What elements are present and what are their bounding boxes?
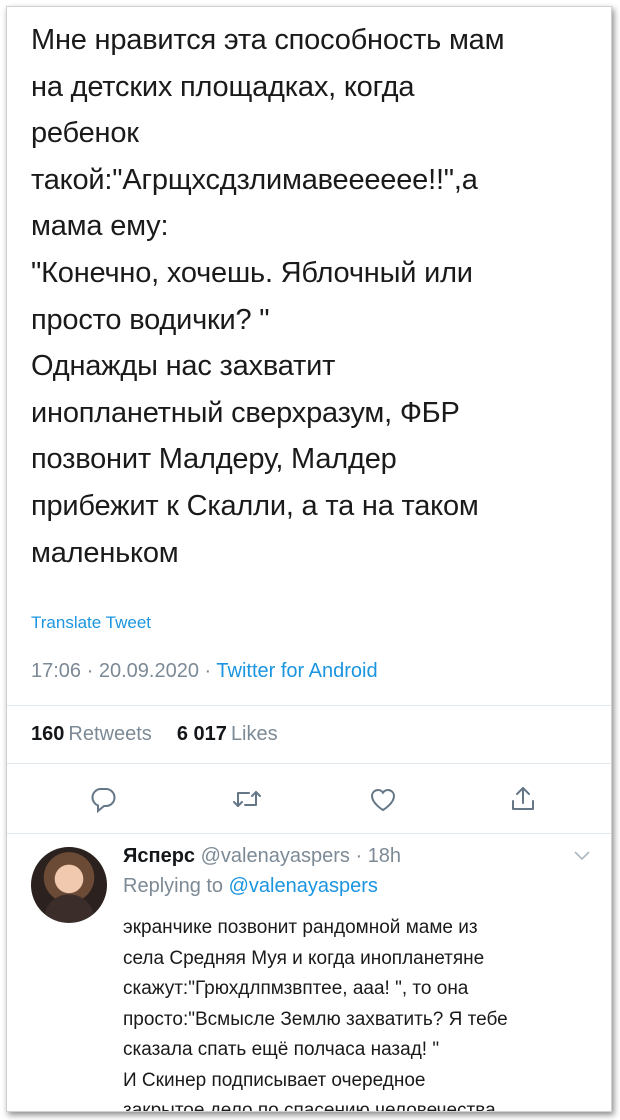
reply-button[interactable] <box>83 779 123 819</box>
tweet-line: "Конечно, хочешь. Яблочный или <box>31 256 473 289</box>
reply-line: закрытое дело по спасению человечества. <box>123 1100 501 1112</box>
tweet-line: инопланетный сверхразум, ФБР <box>31 396 460 429</box>
reply-line: экранчике позвонит рандомной маме из <box>123 917 478 938</box>
share-icon <box>512 787 534 810</box>
tweet-line: Однажды нас захватит <box>31 350 336 383</box>
retweets-count: 160 <box>31 723 65 745</box>
reply-line: сказала спать ещё полчаса назад! " <box>123 1039 440 1060</box>
tweet-meta: 17:06 · 20.09.2020 · Twitter for Android <box>31 660 378 683</box>
tweet-line: на детских площадках, когда <box>31 70 415 103</box>
tweet-source-link[interactable]: Twitter for Android <box>216 660 377 682</box>
reply-line: скажут:"Грюхдлпмзвптее, ааа! ", то она <box>123 978 469 999</box>
tweet-line: Мне нравится эта способность мам <box>31 24 505 56</box>
divider <box>7 763 611 764</box>
reply-time: · 18h <box>355 845 402 867</box>
avatar[interactable] <box>31 847 107 923</box>
tweet-line: позвонит Малдеру, Малдер <box>31 443 397 476</box>
likes-stat[interactable]: 6 017 Likes <box>177 723 278 745</box>
tweet-actions <box>7 779 611 819</box>
meta-separator: · <box>204 660 212 682</box>
reply-line: просто:"Всмысле Землю захватить? Я тебе <box>123 1008 508 1030</box>
chevron-down-icon <box>574 851 590 861</box>
tweet-text: Мне нравится эта способность мам на детс… <box>31 17 591 576</box>
share-button[interactable] <box>503 779 543 819</box>
divider <box>7 833 611 834</box>
likes-count: 6 017 <box>176 723 227 745</box>
tweet-stats: 160 Retweets 6 017 Likes <box>31 723 278 746</box>
likes-label: Likes <box>230 723 278 745</box>
retweets-label: Retweets <box>68 723 152 745</box>
retweet-button[interactable] <box>227 779 267 819</box>
tweet-date: 20.09.2020 <box>98 660 199 682</box>
translate-tweet-link[interactable]: Translate Tweet <box>31 613 151 633</box>
reply-line: села Средняя Муя и когда инопланетяне <box>123 947 485 969</box>
tweet-screenshot: Мне нравится эта способность мам на детс… <box>6 6 612 1112</box>
tweet-line: мама ему: <box>31 210 169 243</box>
like-button[interactable] <box>363 779 403 819</box>
divider <box>7 705 611 706</box>
replying-handle-link[interactable]: @valenayaspers <box>229 875 378 897</box>
tweet-line: ребенок <box>31 117 139 150</box>
reply-author-handle[interactable]: @valenayaspers <box>201 845 350 867</box>
tweet-time: 17:06 <box>31 660 82 682</box>
reply-author-name[interactable]: Ясперс <box>123 845 195 867</box>
replying-label: Replying to <box>123 875 224 897</box>
tweet-line: маленьком <box>31 536 179 569</box>
retweets-stat[interactable]: 160 Retweets <box>31 723 152 745</box>
retweet-icon <box>233 791 261 807</box>
tweet-line: просто водички? " <box>31 303 270 336</box>
comment-icon <box>91 788 116 814</box>
replying-to: Replying to @valenayaspers <box>123 875 378 898</box>
tweet-line: прибежит к Скалли, а та на таком <box>31 489 479 522</box>
reply-line: И Скинер подписывает очередное <box>123 1069 426 1091</box>
tweet-line: такой:"Агрщхсдзлимавееееее!!",а <box>31 163 478 196</box>
heart-icon <box>370 789 396 812</box>
reply-header: Ясперс @valenayaspers · 18h <box>123 845 401 868</box>
reply-text: экранчике позвонит рандомной маме из сел… <box>123 913 601 1112</box>
reply-menu-button[interactable] <box>573 849 591 867</box>
meta-separator: · <box>86 660 94 682</box>
